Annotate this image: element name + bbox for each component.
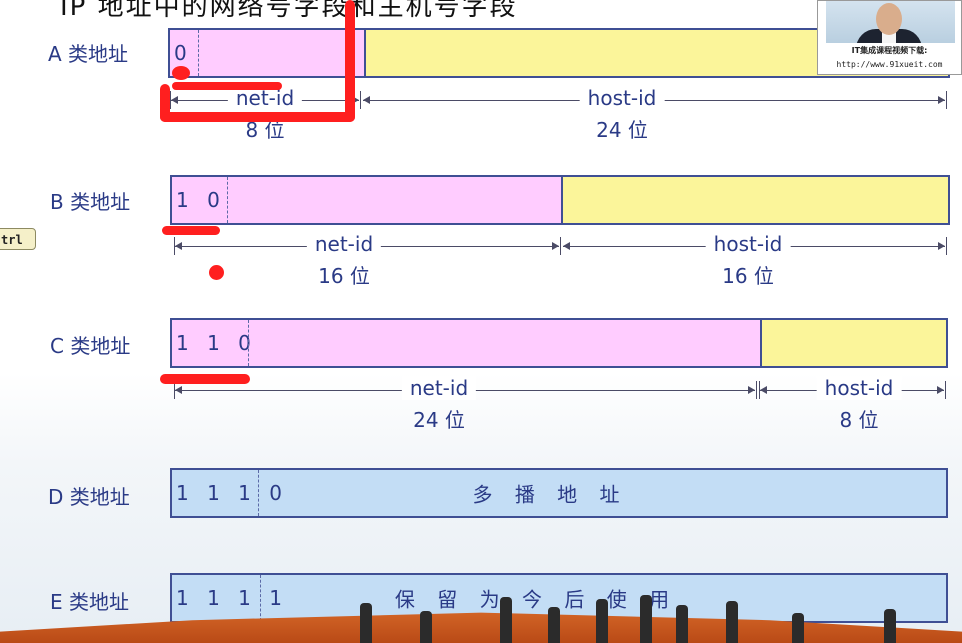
class-d-segment: 1 1 1 0 多 播 地 址 (172, 470, 946, 516)
red-pen-stroke-icon (160, 84, 170, 122)
class-c-prefix-bits: 1 1 0 (176, 331, 257, 355)
class-a-host-id-label: host-id (579, 86, 665, 110)
class-d-bar: 1 1 1 0 多 播 地 址 (170, 468, 948, 518)
class-c-net-segment: 1 1 0 (172, 320, 760, 366)
class-c-net-id-label: net-id (401, 376, 477, 400)
class-b-net-segment: 1 0 (172, 177, 561, 223)
red-pen-stroke-icon (160, 112, 355, 122)
class-e-prefix-divider (260, 575, 261, 621)
class-d-multicast-text: 多 播 地 址 (472, 482, 628, 507)
presenter-video-overlay: IT集成课程视频下载: http://www.91xueit.com (817, 0, 962, 75)
class-c-host-id-label: host-id (816, 376, 902, 400)
slide-title: IP 地址中的网络号字段和主机号字段 (60, 0, 518, 22)
video-url: http://www.91xueit.com (836, 60, 943, 69)
class-a-prefix-divider (198, 30, 199, 76)
class-a-net-segment: 0 (170, 30, 364, 76)
class-e-reserved-text: 保 留 为 今 后 使 用 (394, 587, 678, 612)
class-c-bar: 1 1 0 (170, 318, 948, 368)
class-c-host-bits: 8 位 (839, 408, 879, 432)
class-c-host-segment (760, 320, 946, 366)
red-pen-stroke-icon (160, 374, 250, 384)
red-pen-stroke-icon (172, 66, 190, 80)
class-b-bar: 1 0 (170, 175, 950, 225)
class-c-net-bits: 24 位 (413, 408, 465, 432)
ctrl-key-tag: trl (0, 228, 36, 250)
class-d-prefix-bits: 1 1 1 0 (176, 481, 288, 505)
red-pen-stroke-icon (345, 0, 355, 122)
class-b-net-bits: 16 位 (318, 264, 370, 288)
class-c-label: C 类地址 (50, 334, 131, 358)
class-a-prefix-bits: 0 (174, 41, 193, 65)
class-b-host-segment (561, 177, 948, 223)
class-c-prefix-divider (248, 320, 249, 366)
class-b-prefix-divider (227, 177, 228, 223)
class-b-label: B 类地址 (50, 190, 131, 214)
class-e-segment: 1 1 1 1 保 留 为 今 后 使 用 (172, 575, 946, 621)
class-e-bar: 1 1 1 1 保 留 为 今 后 使 用 (170, 573, 948, 623)
class-d-prefix-divider (258, 470, 259, 516)
class-b-host-bits: 16 位 (722, 264, 774, 288)
class-e-label: E 类地址 (50, 590, 129, 614)
class-b-net-id-label: net-id (306, 232, 382, 256)
video-caption: IT集成课程视频下载: (851, 46, 928, 55)
class-b-prefix-bits: 1 0 (176, 188, 226, 212)
class-e-prefix-bits: 1 1 1 1 (176, 586, 288, 610)
class-a-host-bits: 24 位 (596, 118, 648, 142)
class-b-host-id-label: host-id (705, 232, 791, 256)
class-a-label: A 类地址 (48, 42, 129, 66)
class-d-label: D 类地址 (48, 485, 130, 509)
red-pen-stroke-icon (209, 265, 224, 280)
red-pen-stroke-icon (172, 82, 282, 90)
presenter-photo-icon (826, 1, 955, 43)
red-pen-stroke-icon (162, 226, 220, 235)
